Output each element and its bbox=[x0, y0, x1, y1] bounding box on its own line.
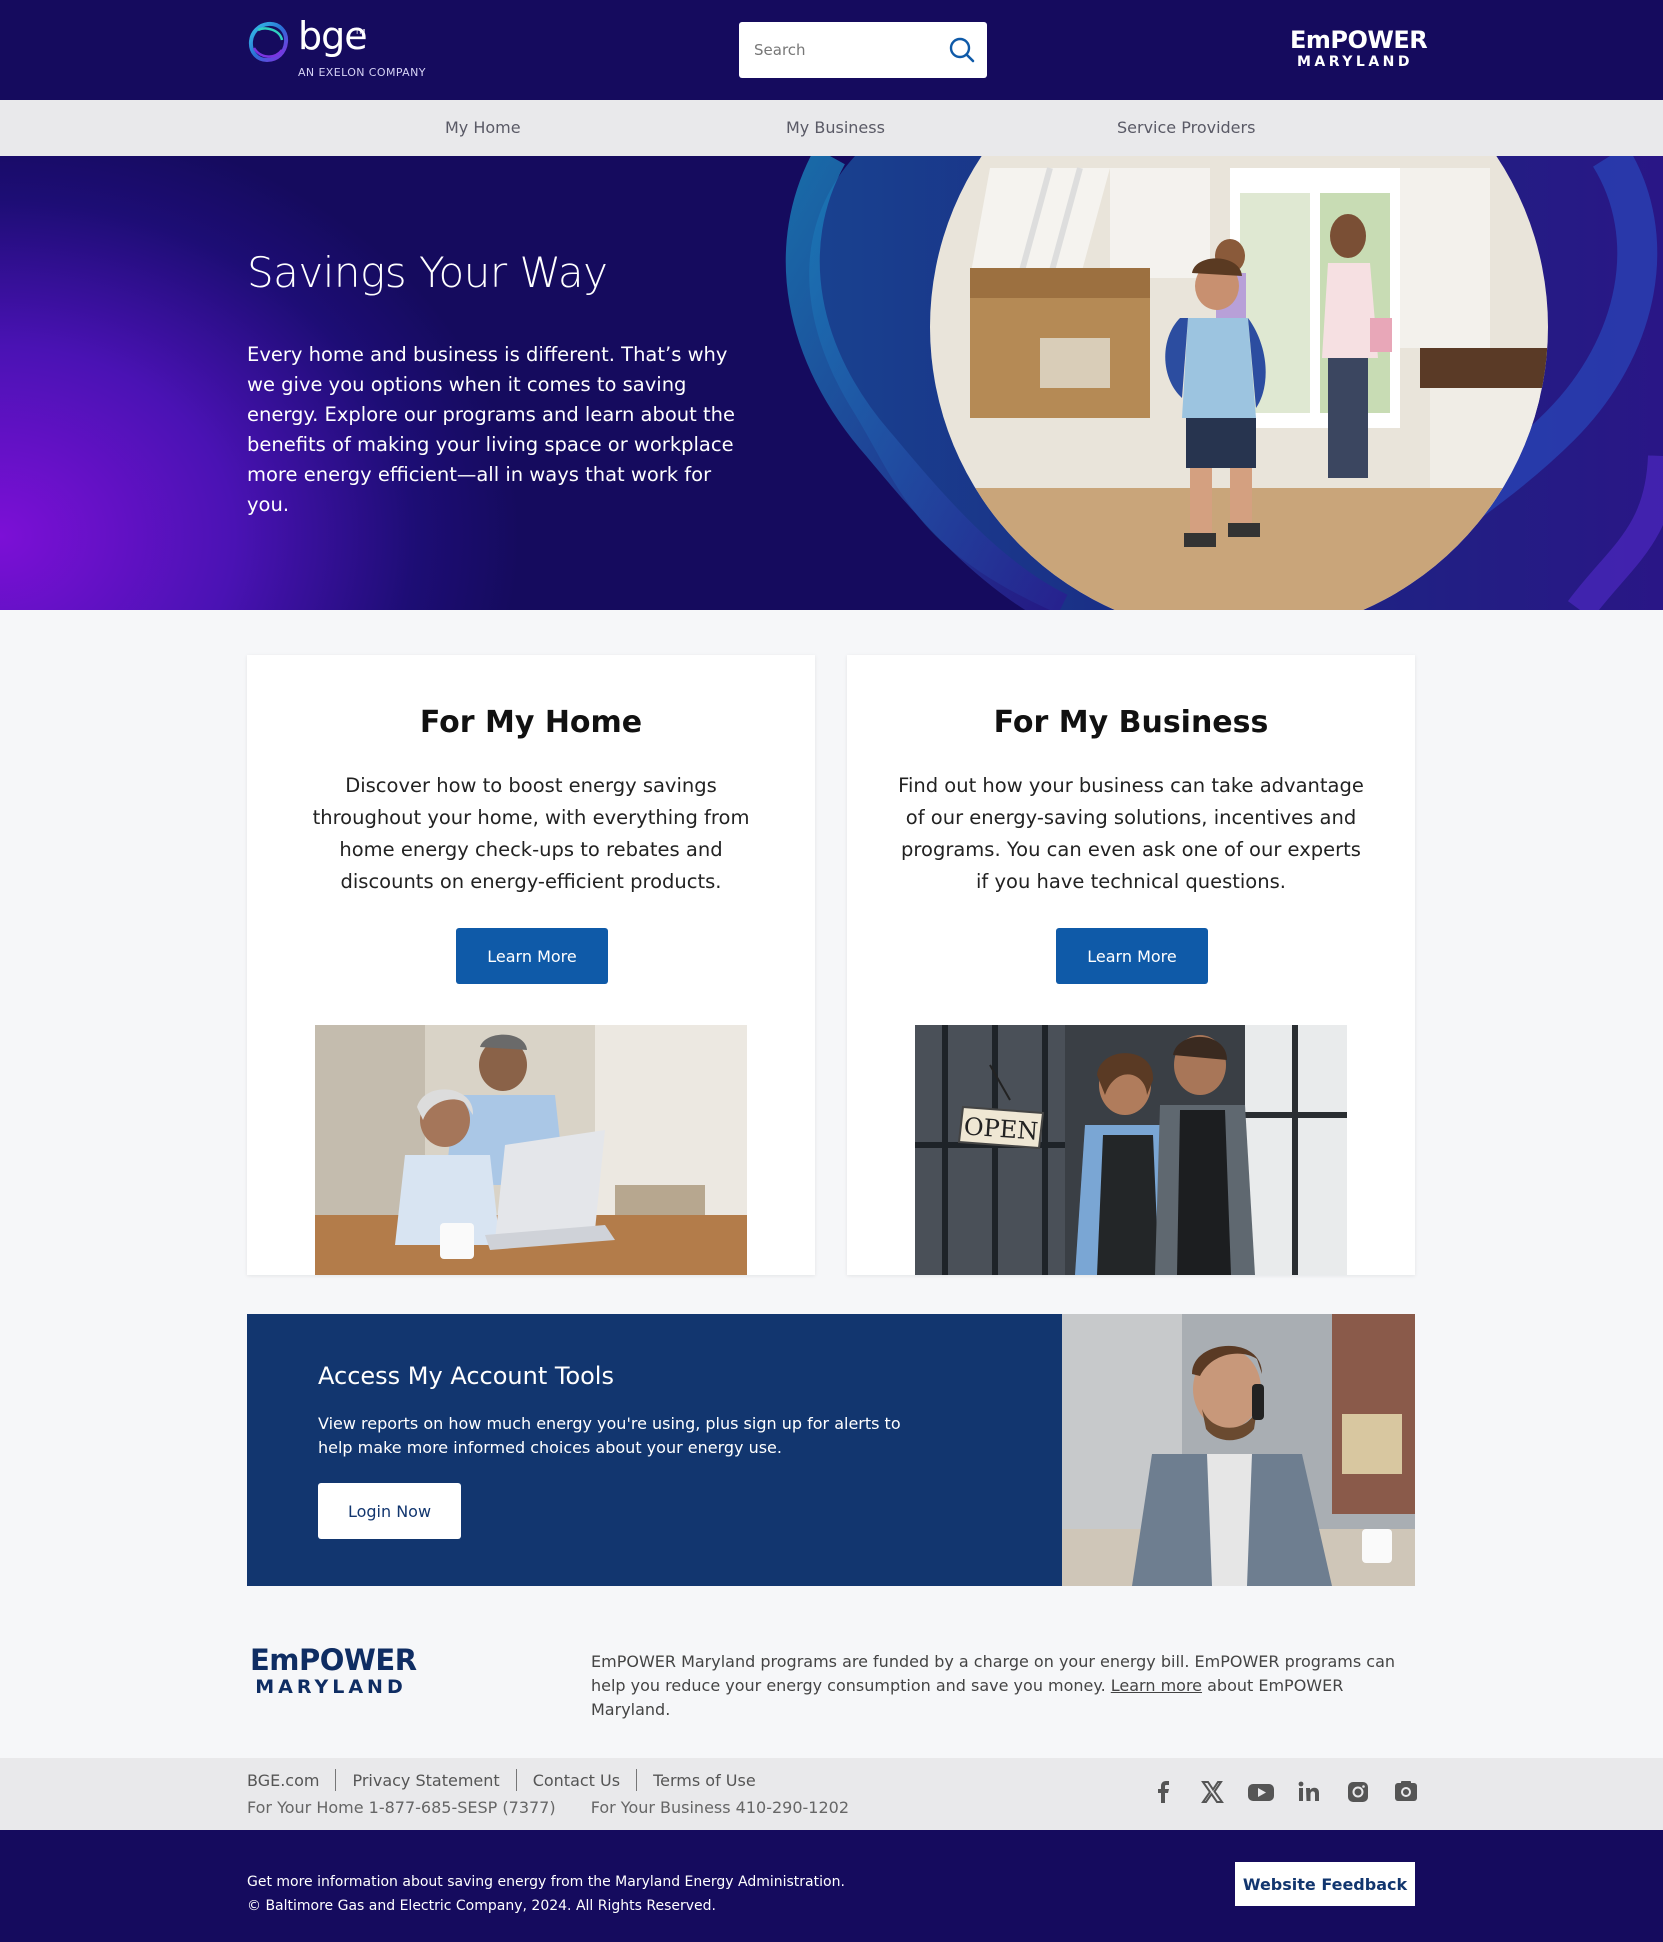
man-on-phone-photo bbox=[1062, 1314, 1415, 1586]
bge-wordmark: bge bbox=[298, 14, 368, 58]
main-nav: My Home My Business Service Providers bbox=[0, 100, 1663, 156]
empower-logo-word: EmPOWER bbox=[250, 1643, 417, 1677]
account-tools-description: View reports on how much energy you're u… bbox=[318, 1414, 901, 1457]
hero-title: Savings Your Way bbox=[247, 248, 608, 297]
social-links bbox=[1150, 1778, 1420, 1808]
learn-more-empower-link[interactable]: Learn more bbox=[1111, 1676, 1202, 1695]
footer-link-terms[interactable]: Terms of Use bbox=[653, 1771, 756, 1790]
nav-item-service-providers[interactable]: Service Providers bbox=[1117, 118, 1255, 137]
footer-links-bar: BGE.com Privacy Statement Contact Us Ter… bbox=[0, 1758, 1663, 1830]
x-icon[interactable] bbox=[1198, 1778, 1226, 1806]
energy-administration-note: Get more information about saving energy… bbox=[247, 1874, 845, 1890]
search-icon[interactable] bbox=[947, 35, 977, 65]
card-for-my-business: For My Business Find out how your busine… bbox=[847, 655, 1415, 1275]
bge-ring-icon bbox=[248, 21, 289, 63]
site-header: bge TM AN EXELON COMPANY EmPOWER MARYLAN… bbox=[0, 0, 1663, 100]
instagram-icon[interactable] bbox=[1344, 1778, 1372, 1806]
empower-funding-note: EmPOWER Maryland programs are funded by … bbox=[591, 1650, 1411, 1722]
account-tools-banner: Access My Account Tools View reports on … bbox=[247, 1314, 1415, 1586]
footer-link-bge[interactable]: BGE.com bbox=[247, 1771, 319, 1790]
hero-description: Every home and business is different. Th… bbox=[247, 343, 735, 516]
bge-tagline: AN EXELON COMPANY bbox=[298, 66, 426, 79]
business-phone: For Your Business 410-290-1202 bbox=[590, 1798, 850, 1817]
empower-logo-state: MARYLAND bbox=[1296, 54, 1413, 70]
couple-laptop-photo bbox=[315, 1025, 747, 1275]
hero-family-photo bbox=[930, 156, 1548, 610]
shop-owners-photo: OPEN bbox=[915, 1025, 1347, 1275]
learn-more-business-button[interactable]: Learn More bbox=[1056, 928, 1208, 984]
linkedin-icon[interactable] bbox=[1295, 1778, 1323, 1806]
hero-banner: Savings Your Way Every home and business… bbox=[0, 156, 1663, 610]
open-sign-text: OPEN bbox=[963, 1112, 1039, 1145]
facebook-icon[interactable] bbox=[1150, 1778, 1178, 1806]
empower-maryland-footer-logo[interactable]: EmPOWER MARYLAND bbox=[250, 1643, 417, 1704]
site-footer: Get more information about saving energy… bbox=[0, 1830, 1663, 1942]
nav-item-my-business[interactable]: My Business bbox=[786, 118, 885, 137]
bge-logo[interactable]: bge TM AN EXELON COMPANY bbox=[246, 14, 436, 82]
login-now-button[interactable]: Login Now bbox=[318, 1483, 461, 1539]
divider bbox=[335, 1769, 337, 1791]
search-box bbox=[739, 22, 987, 78]
home-phone: For Your Home 1-877-685-SESP (7377) bbox=[247, 1798, 556, 1817]
divider bbox=[515, 1769, 517, 1791]
card-title: For My Home bbox=[419, 705, 643, 740]
learn-more-home-button[interactable]: Learn More bbox=[456, 928, 608, 984]
empower-logo-state: MARYLAND bbox=[255, 1676, 407, 1698]
card-title: For My Business bbox=[993, 705, 1269, 740]
website-feedback-button[interactable]: Website Feedback bbox=[1235, 1862, 1415, 1906]
youtube-icon[interactable] bbox=[1247, 1778, 1275, 1806]
footer-link-privacy[interactable]: Privacy Statement bbox=[352, 1771, 499, 1790]
copyright: © Baltimore Gas and Electric Company, 20… bbox=[247, 1898, 716, 1914]
nav-item-my-home[interactable]: My Home bbox=[445, 118, 521, 137]
flickr-icon[interactable] bbox=[1392, 1778, 1420, 1806]
card-description: Find out how your business can take adva… bbox=[898, 774, 1364, 893]
account-tools-title: Access My Account Tools bbox=[318, 1362, 614, 1390]
trademark-mark: TM bbox=[355, 28, 366, 36]
card-description: Discover how to boost energy savings thr… bbox=[312, 774, 750, 893]
empower-maryland-logo[interactable]: EmPOWER MARYLAND bbox=[1290, 26, 1428, 74]
divider bbox=[636, 1769, 638, 1791]
footer-link-contact[interactable]: Contact Us bbox=[533, 1771, 620, 1790]
empower-logo-word: EmPOWER bbox=[1290, 26, 1428, 54]
footer-phone-numbers: For Your Home 1-877-685-SESP (7377) For … bbox=[247, 1798, 879, 1817]
footer-link-row: BGE.com Privacy Statement Contact Us Ter… bbox=[247, 1768, 756, 1792]
search-input[interactable] bbox=[739, 22, 939, 78]
card-for-my-home: For My Home Discover how to boost energy… bbox=[247, 655, 815, 1275]
